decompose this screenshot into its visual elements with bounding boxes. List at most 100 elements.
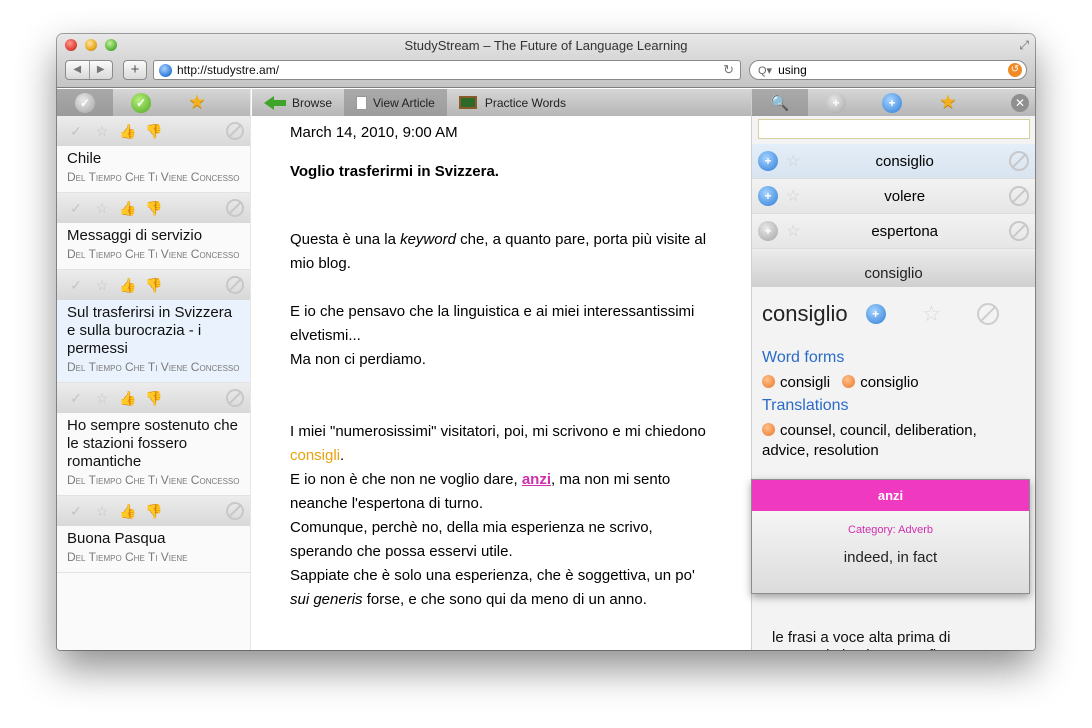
ban-icon[interactable] — [1009, 151, 1029, 171]
check-icon[interactable]: ✓ — [63, 123, 89, 140]
add-bookmark-button[interactable]: + — [123, 60, 147, 80]
tab-practice-words[interactable]: Practice Words — [447, 89, 578, 116]
check-icon[interactable]: ✓ — [63, 390, 89, 407]
snapback-icon[interactable]: ↺ — [1008, 63, 1022, 77]
fullscreen-icon[interactable]: ⤢ — [1019, 38, 1029, 53]
blue-plus-icon[interactable]: + — [758, 151, 778, 171]
list-item[interactable]: ✓ ☆ 👍 👎 Ho sempre sostenuto che le stazi… — [57, 383, 250, 496]
vocab-word-consigli[interactable]: consigli — [290, 447, 340, 464]
tab-learning-words[interactable]: + — [864, 89, 920, 116]
paragraph: E io non è che non ne voglio dare, anzi,… — [290, 468, 710, 516]
vocab-row[interactable]: + ☆ espertona — [752, 214, 1035, 249]
search-field[interactable]: Q▾ using ↺ — [749, 60, 1027, 80]
list-item[interactable]: ✓ ☆ 👍 👎 Buona Pasqua Del Tiempo Che Ti V… — [57, 496, 250, 573]
thumbs-up-icon[interactable]: 👍 — [115, 277, 141, 294]
text-emphasis: sui generis — [290, 591, 363, 608]
ban-icon[interactable] — [1009, 221, 1029, 241]
article-source: Del Tiempo Che Ti Viene Concesso — [67, 247, 240, 261]
article-title[interactable]: Chile — [67, 150, 240, 168]
bullet-icon — [762, 375, 775, 388]
article-source: Del Tiempo Che Ti Viene Concesso — [67, 360, 240, 374]
tab-view-article[interactable]: View Article — [344, 89, 447, 116]
thumbs-down-icon[interactable]: 👎 — [141, 123, 167, 140]
tab-starred-words[interactable]: ★ — [920, 89, 976, 116]
article-title[interactable]: Ho sempre sostenuto che le stazioni foss… — [67, 417, 240, 471]
search-icon[interactable]: Q▾ — [758, 64, 772, 77]
ban-icon[interactable] — [226, 276, 244, 294]
grey-plus-icon[interactable]: + — [758, 221, 778, 241]
article-actions: ✓ ☆ 👍 👎 — [57, 270, 250, 300]
thumbs-down-icon[interactable]: 👎 — [141, 390, 167, 407]
blue-plus-icon[interactable]: + — [758, 186, 778, 206]
popup-meaning: indeed, in fact — [843, 549, 938, 566]
reload-icon[interactable]: ↻ — [723, 62, 734, 78]
forward-button[interactable]: ▶ — [88, 61, 113, 79]
thumbs-down-icon[interactable]: 👎 — [141, 503, 167, 520]
ban-icon[interactable] — [1009, 186, 1029, 206]
thumbs-down-icon[interactable]: 👎 — [141, 200, 167, 217]
tab-view-article-label: View Article — [373, 95, 435, 110]
star-outline-icon[interactable]: ☆ — [786, 221, 800, 241]
tab-starred-articles[interactable]: ★ — [169, 89, 225, 116]
address-bar[interactable]: http://studystre.am/ ↻ — [153, 60, 741, 80]
translations-text: counsel, council, deliberation, advice, … — [762, 422, 977, 459]
tab-known-words[interactable]: + — [808, 89, 864, 116]
check-icon[interactable]: ✓ — [63, 503, 89, 520]
paragraph: I miei "numerosissimi" visitatori, poi, … — [290, 420, 710, 468]
ban-icon[interactable] — [226, 389, 244, 407]
star-outline-icon[interactable]: ☆ — [89, 503, 115, 520]
vocab-word-anzi[interactable]: anzi — [522, 471, 551, 488]
blue-plus-icon[interactable]: + — [865, 304, 886, 324]
star-outline-icon[interactable]: ☆ — [89, 200, 115, 217]
vocab-row[interactable]: + ☆ volere — [752, 179, 1035, 214]
article-title[interactable]: Sul trasferirsi in Svizzera e sulla buro… — [67, 304, 240, 358]
list-item[interactable]: ✓ ☆ 👍 👎 Messaggi di servizio Del Tiempo … — [57, 193, 250, 270]
url-text[interactable]: http://studystre.am/ — [177, 63, 723, 77]
star-outline-icon[interactable]: ☆ — [786, 186, 800, 206]
ban-icon[interactable] — [977, 303, 1000, 325]
vocab-word[interactable]: volere — [800, 188, 1009, 205]
star-icon: ★ — [188, 92, 206, 113]
star-outline-icon[interactable]: ☆ — [786, 151, 800, 171]
check-icon[interactable]: ✓ — [63, 200, 89, 217]
green-check-icon: ✓ — [131, 92, 151, 113]
list-item: consigli — [762, 374, 830, 391]
star-outline-icon[interactable]: ☆ — [89, 277, 115, 294]
search-input[interactable]: using — [778, 63, 1008, 77]
close-icon[interactable]: ✕ — [1011, 93, 1029, 112]
star-icon: ★ — [939, 92, 957, 113]
tab-all-articles[interactable]: ✓ — [57, 89, 113, 116]
title-bar: StudyStream – The Future of Language Lea… — [57, 34, 1035, 88]
back-button[interactable]: ◀ — [66, 61, 89, 79]
list-item[interactable]: ✓ ☆ 👍 👎 Chile Del Tiempo Che Ti Viene Co… — [57, 116, 250, 193]
word-form: consigli — [780, 374, 831, 391]
text-run: E io non è che non ne voglio dare, — [290, 471, 522, 488]
article-title[interactable]: Buona Pasqua — [67, 530, 240, 548]
word-popup: anzi Category: Adverb indeed, in fact — [751, 479, 1030, 594]
thumbs-down-icon[interactable]: 👎 — [141, 277, 167, 294]
vocab-word[interactable]: consiglio — [800, 153, 1009, 170]
ban-icon[interactable] — [226, 199, 244, 217]
star-outline-icon[interactable]: ☆ — [922, 301, 942, 327]
paragraph: E io che pensavo che la linguistica e ai… — [290, 303, 695, 344]
text-run: I miei "numerosissimi" visitatori, poi, … — [290, 423, 706, 440]
thumbs-up-icon[interactable]: 👍 — [115, 123, 141, 140]
list-item-selected[interactable]: ✓ ☆ 👍 👎 Sul trasferirsi in Svizzera e su… — [57, 270, 250, 383]
thumbs-up-icon[interactable]: 👍 — [115, 390, 141, 407]
tab-read-articles[interactable]: ✓ — [113, 89, 169, 116]
magnifier-icon: 🔍 — [770, 94, 790, 112]
tab-search-words[interactable]: 🔍 — [752, 89, 808, 116]
article-title[interactable]: Messaggi di servizio — [67, 227, 240, 245]
thumbs-up-icon[interactable]: 👍 — [115, 503, 141, 520]
ban-icon[interactable] — [226, 502, 244, 520]
bullet-icon — [762, 423, 775, 436]
word-search-input[interactable] — [758, 119, 1030, 139]
star-outline-icon[interactable]: ☆ — [89, 390, 115, 407]
check-icon[interactable]: ✓ — [63, 277, 89, 294]
vocab-row[interactable]: + ☆ consiglio — [752, 144, 1035, 179]
thumbs-up-icon[interactable]: 👍 — [115, 200, 141, 217]
ban-icon[interactable] — [226, 122, 244, 140]
star-outline-icon[interactable]: ☆ — [89, 123, 115, 140]
vocab-word[interactable]: espertona — [800, 223, 1009, 240]
tab-browse[interactable]: Browse — [252, 89, 344, 116]
